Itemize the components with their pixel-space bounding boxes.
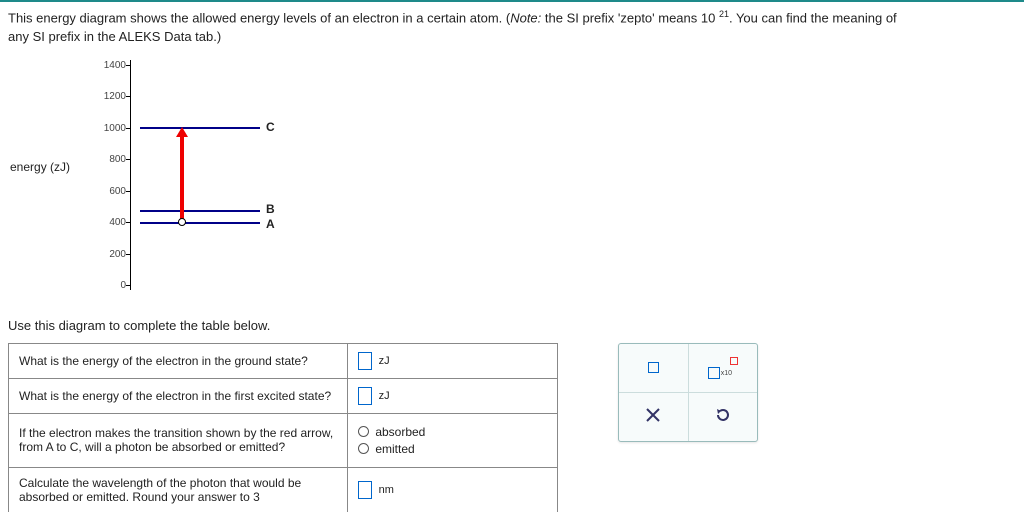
q2-input[interactable]: [358, 387, 372, 405]
radio-emitted[interactable]: emitted: [358, 442, 547, 456]
q-mid: the SI prefix 'zepto' means 10: [541, 10, 719, 25]
level-B-label: B: [266, 202, 275, 216]
arrow-tail-icon: [178, 218, 186, 226]
q-exp: 21: [719, 9, 729, 19]
level-A-label: A: [266, 217, 275, 231]
radio-emitted-label: emitted: [375, 442, 414, 456]
q1-unit: zJ: [379, 355, 390, 367]
tick-1400: 1400: [96, 60, 126, 71]
tick-1000: 1000: [96, 123, 126, 134]
square-icon: [648, 362, 659, 373]
undo-icon: [714, 406, 732, 427]
q1-input[interactable]: [358, 352, 372, 370]
tick-200: 200: [96, 249, 126, 260]
q4-unit: nm: [379, 484, 394, 496]
radio-icon: [358, 426, 369, 437]
energy-diagram: energy (zJ) 1400 1200 1000 800 600 400 2…: [10, 50, 370, 310]
arrow-head-icon: [176, 127, 188, 137]
q-post: . You can find the meaning of: [729, 10, 897, 25]
sci-notation-tool[interactable]: x10: [688, 344, 758, 392]
q4-input[interactable]: [358, 481, 372, 499]
radio-absorbed[interactable]: absorbed: [358, 425, 547, 439]
tick-0: 0: [96, 280, 126, 291]
y-axis-label: energy (zJ): [10, 160, 70, 174]
radio-icon: [358, 443, 369, 454]
question-table: What is the energy of the electron in th…: [8, 343, 558, 512]
transition-arrow: [180, 135, 184, 220]
reset-button[interactable]: [688, 393, 758, 441]
tick-800: 800: [96, 154, 126, 165]
level-A-line: [140, 222, 260, 224]
q-note: Note:: [510, 10, 541, 25]
q1-text: What is the energy of the electron in th…: [9, 343, 348, 378]
radio-absorbed-label: absorbed: [375, 425, 425, 439]
tick-600: 600: [96, 186, 126, 197]
q-pre: This energy diagram shows the allowed en…: [8, 10, 510, 25]
tick-1200: 1200: [96, 91, 126, 102]
instruction-text: Use this diagram to complete the table b…: [8, 318, 1024, 333]
q4-text: Calculate the wavelength of the photon t…: [9, 467, 348, 512]
level-C-line: [140, 127, 260, 129]
tool-panel: x10: [618, 343, 758, 442]
level-C-label: C: [266, 120, 275, 134]
number-input-tool[interactable]: [619, 344, 688, 392]
q3-text: If the electron makes the transition sho…: [9, 413, 348, 467]
q2-text: What is the energy of the electron in th…: [9, 378, 348, 413]
tick-400: 400: [96, 217, 126, 228]
close-icon: [644, 406, 662, 427]
clear-button[interactable]: [619, 393, 688, 441]
q2-unit: zJ: [379, 390, 390, 402]
y-axis: [130, 60, 131, 290]
sci-notation-icon: x10: [708, 357, 738, 379]
q-line2: any SI prefix in the ALEKS Data tab.): [8, 29, 221, 44]
question-prompt: This energy diagram shows the allowed en…: [0, 2, 1024, 50]
level-B-line: [140, 210, 260, 212]
